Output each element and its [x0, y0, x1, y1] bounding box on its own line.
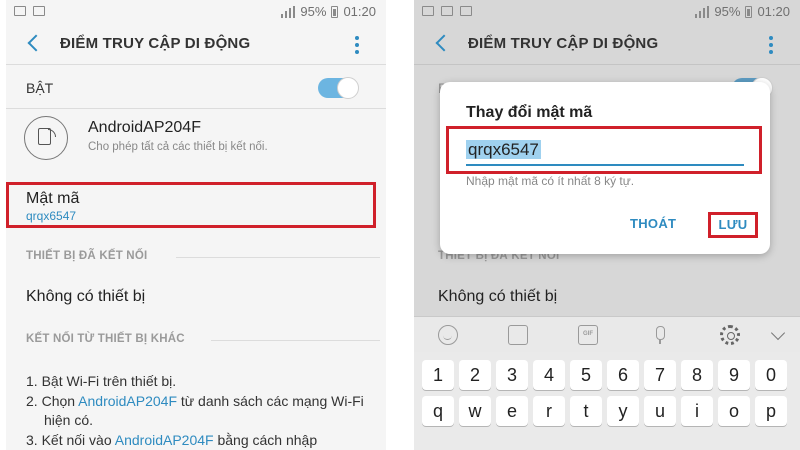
no-devices-text: Không có thiết bị [26, 288, 146, 305]
password-hint: Nhập mật mã có ít nhất 8 ký tự. [466, 174, 635, 188]
page-title: ĐIỂM TRUY CẬP DI ĐỘNG [468, 35, 659, 52]
battery-icon [331, 5, 339, 18]
instruction-step: 2. Chọn AndroidAP204F từ danh sách các m… [26, 392, 364, 429]
back-arrow-icon[interactable] [432, 32, 454, 54]
gallery-notification-icon [422, 6, 434, 16]
signal-icon [695, 5, 710, 18]
key[interactable]: 3 [496, 360, 528, 390]
hotspot-settings-screen: 95% 01:20 ĐIỂM TRUY CẬP DI ĐỘNG BẬT Andr… [6, 0, 386, 450]
change-password-dialog: Thay đổi mật mã qrqx6547 Nhập mật mã có … [440, 82, 770, 254]
key[interactable]: r [533, 396, 565, 426]
page-title: ĐIỂM TRUY CẬP DI ĐỘNG [60, 35, 251, 52]
network-description: Cho phép tất cả các thiết bị kết nối. [88, 141, 268, 153]
key[interactable]: 9 [718, 360, 750, 390]
keyboard: 1 2 3 4 5 6 7 8 9 0 q w e r t y u i o p [414, 352, 800, 450]
key[interactable]: 4 [533, 360, 565, 390]
section-divider [211, 340, 380, 341]
hotspot-notification-icon [33, 6, 45, 16]
app-bar: ĐIỂM TRUY CẬP DI ĐỘNG [6, 26, 386, 62]
clock: 01:20 [343, 4, 376, 19]
key[interactable]: 5 [570, 360, 602, 390]
status-bar: 95% 01:20 [414, 0, 800, 24]
keyboard-row-numbers: 1 2 3 4 5 6 7 8 9 0 [422, 360, 787, 390]
header-divider [414, 64, 800, 65]
key[interactable]: 2 [459, 360, 491, 390]
toggle-knob [337, 77, 359, 99]
network-name[interactable]: AndroidAP204F [88, 119, 201, 137]
toggle-divider [6, 108, 386, 109]
password-highlight-box [6, 182, 376, 228]
no-devices-text: Không có thiết bị [438, 288, 558, 305]
section-header-connected: THIẾT BỊ ĐÃ KẾT NỐI [26, 250, 148, 262]
back-arrow-icon[interactable] [24, 32, 46, 54]
instruction-step: 3. Kết nối vào AndroidAP204F bằng cách n… [26, 431, 318, 448]
chevron-down-icon[interactable] [768, 325, 788, 345]
key[interactable]: w [459, 396, 491, 426]
key[interactable]: 1 [422, 360, 454, 390]
clock: 01:20 [757, 4, 790, 19]
key[interactable]: 7 [644, 360, 676, 390]
key[interactable]: 0 [755, 360, 787, 390]
more-options-icon[interactable] [354, 36, 360, 54]
key[interactable]: q [422, 396, 454, 426]
key[interactable]: p [755, 396, 787, 426]
hotspot-notification-icon [460, 6, 472, 16]
instructions-list: 1. Bật Wi-Fi trên thiết bị. 2. Chọn Andr… [26, 372, 386, 450]
battery-percent: 95% [714, 4, 741, 19]
key[interactable]: u [644, 396, 676, 426]
status-bar: 95% 01:20 [6, 0, 386, 24]
sticker-icon[interactable] [508, 325, 528, 345]
emoji-icon[interactable] [438, 325, 458, 345]
section-header-connect-other: KẾT NỐI TỪ THIẾT BỊ KHÁC [26, 333, 185, 345]
save-button[interactable]: LƯU [708, 212, 758, 238]
key[interactable]: e [496, 396, 528, 426]
app-bar: ĐIỂM TRUY CẬP DI ĐỘNG [414, 26, 800, 62]
key[interactable]: o [718, 396, 750, 426]
dialog-title: Thay đổi mật mã [466, 104, 593, 121]
change-password-screen: 95% 01:20 ĐIỂM TRUY CẬP DI ĐỘNG B THIẾT … [414, 0, 800, 450]
hotspot-device-icon [24, 116, 68, 160]
gif-icon[interactable]: GIF [578, 325, 598, 345]
key[interactable]: 8 [681, 360, 713, 390]
cancel-button[interactable]: THOÁT [630, 216, 676, 231]
toggle-label: BẬT [26, 80, 54, 96]
hotspot-toggle[interactable] [318, 77, 359, 99]
mic-icon[interactable] [650, 325, 670, 345]
header-divider [6, 64, 386, 65]
signal-icon [281, 5, 296, 18]
network-name-link: AndroidAP204F [78, 392, 178, 409]
battery-icon [745, 5, 753, 18]
gallery-notification-icon [14, 6, 26, 16]
input-highlight-box [446, 126, 762, 174]
instruction-step: 1. Bật Wi-Fi trên thiết bị. [26, 373, 177, 389]
more-options-icon[interactable] [768, 36, 774, 54]
network-name-link: AndroidAP204F [114, 431, 214, 448]
gear-icon[interactable] [720, 325, 740, 345]
key[interactable]: t [570, 396, 602, 426]
key[interactable]: y [607, 396, 639, 426]
key[interactable]: i [681, 396, 713, 426]
mail-notification-icon [441, 6, 453, 16]
key[interactable]: 6 [607, 360, 639, 390]
battery-percent: 95% [300, 4, 327, 19]
section-divider [176, 257, 380, 258]
keyboard-toolbar: GIF [414, 316, 800, 352]
keyboard-row-letters: q w e r t y u i o p [422, 396, 787, 426]
